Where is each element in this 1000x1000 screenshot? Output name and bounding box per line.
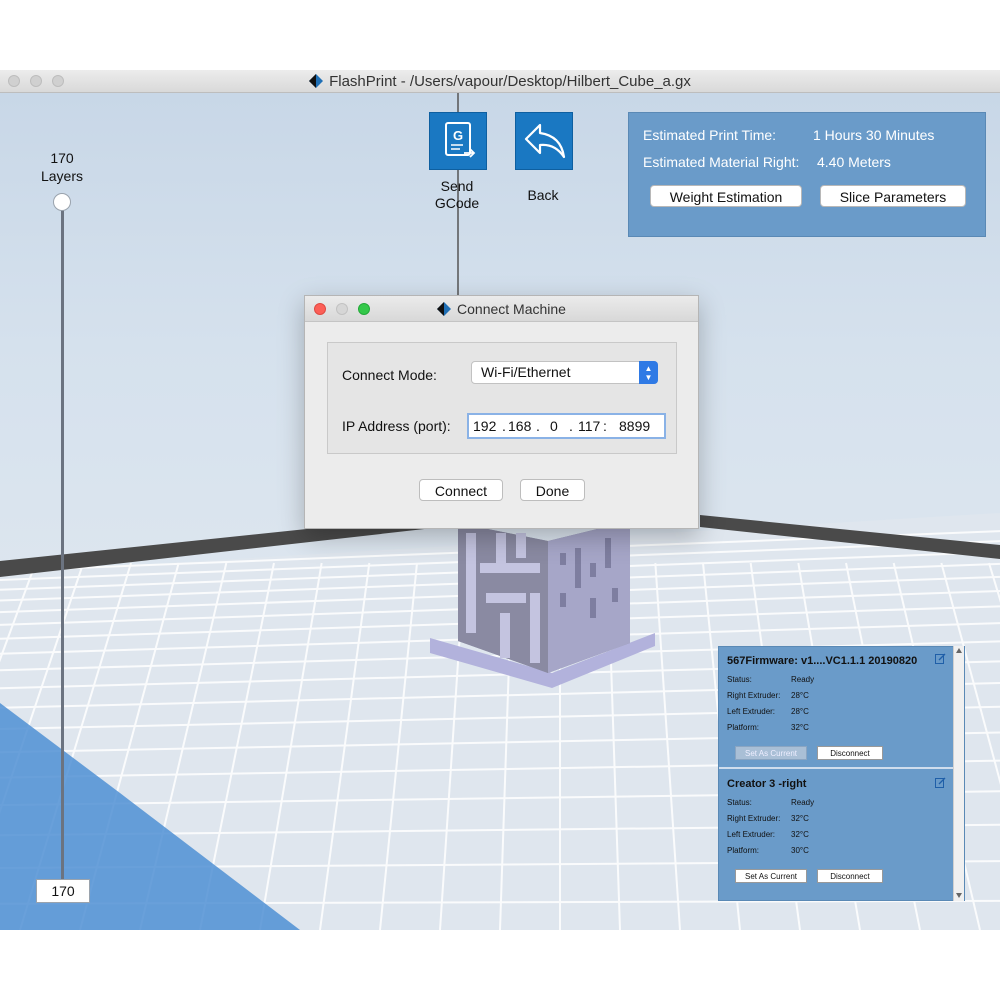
ip-octet-1[interactable]: 192: [473, 418, 496, 434]
scroll-arrows-icon: [956, 648, 962, 898]
set-as-current-button[interactable]: Set As Current: [735, 869, 807, 883]
platform-value: 30°C: [791, 846, 809, 855]
ip-colon: :: [603, 418, 607, 434]
disconnect-button[interactable]: Disconnect: [817, 869, 883, 883]
right-extruder-label: Right Extruder:: [727, 691, 781, 700]
right-extruder-value: 28°C: [791, 691, 809, 700]
machine-card[interactable]: 567Firmware: v1....VC1.1.1 20190820 Stat…: [719, 647, 954, 769]
machine-list-scrollbar[interactable]: [953, 646, 964, 901]
layer-slider-handle[interactable]: [53, 193, 71, 211]
ip-address-field[interactable]: 192 . 168 . 0 . 117 : 8899: [467, 413, 666, 439]
gcode-glyph: G: [453, 128, 463, 143]
window-titlebar: FlashPrint - /Users/vapour/Desktop/Hilbe…: [0, 70, 1000, 93]
status-label: Status:: [727, 675, 752, 684]
connect-machine-dialog: Connect Machine Connect Mode: Wi-Fi/Ethe…: [304, 295, 699, 529]
ip-port[interactable]: 8899: [619, 418, 650, 434]
layer-slider-track[interactable]: [61, 201, 64, 883]
flashprint-logo-icon: [309, 74, 324, 88]
back-button[interactable]: [515, 112, 573, 170]
ip-octet-2[interactable]: 168: [508, 418, 531, 434]
left-extruder-label: Left Extruder:: [727, 707, 776, 716]
send-gcode-label[interactable]: Send GCode: [420, 178, 494, 212]
connect-mode-select[interactable]: Wi-Fi/Ethernet ▲ ▼: [471, 361, 658, 384]
machine-name: Creator 3 -right: [727, 778, 807, 790]
platform-label: Platform:: [727, 846, 760, 855]
window-title-area: FlashPrint - /Users/vapour/Desktop/Hilbe…: [0, 73, 1000, 90]
ip-octet-3[interactable]: 0: [550, 418, 558, 434]
layer-count-label: 170 Layers: [30, 149, 94, 185]
current-layer-input[interactable]: 170: [36, 879, 90, 903]
status-label: Status:: [727, 798, 752, 807]
edit-icon[interactable]: [935, 777, 946, 788]
ip-dot: .: [536, 418, 540, 434]
dialog-title: Connect Machine: [457, 301, 566, 317]
connect-mode-value: Wi-Fi/Ethernet: [481, 364, 571, 380]
machine-card[interactable]: Creator 3 -right Status: Ready Right Ext…: [719, 769, 954, 900]
ip-dot: .: [502, 418, 506, 434]
connect-mode-label: Connect Mode:: [342, 367, 437, 383]
send-gcode-button[interactable]: G: [429, 112, 487, 170]
window-title: FlashPrint - /Users/vapour/Desktop/Hilbe…: [329, 73, 691, 90]
send-gcode-label-line1: Send: [440, 178, 474, 194]
set-as-current-button: Set As Current: [735, 746, 807, 760]
ip-octet-4[interactable]: 117: [578, 418, 600, 434]
back-arrow-icon: [524, 123, 566, 159]
send-gcode-icon: G: [445, 122, 476, 158]
done-button[interactable]: Done: [520, 479, 585, 501]
left-extruder-value: 28°C: [791, 707, 809, 716]
slice-parameters-button[interactable]: Slice Parameters: [820, 185, 966, 207]
left-extruder-label: Left Extruder:: [727, 830, 776, 839]
connect-button[interactable]: Connect: [419, 479, 503, 501]
machine-name: 567Firmware: v1....VC1.1.1 20190820: [727, 655, 918, 667]
disconnect-button[interactable]: Disconnect: [817, 746, 883, 760]
weight-estimation-button[interactable]: Weight Estimation: [650, 185, 802, 207]
machine-list-panel: 567Firmware: v1....VC1.1.1 20190820 Stat…: [718, 646, 965, 901]
back-label[interactable]: Back: [506, 187, 580, 204]
material-value: 4.40 Meters: [817, 154, 891, 170]
chevron-updown-icon: ▲ ▼: [639, 361, 658, 384]
status-value: Ready: [791, 675, 815, 684]
ip-dot: .: [569, 418, 573, 434]
ip-address-label: IP Address (port):: [342, 418, 451, 434]
print-time-value: 1 Hours 30 Minutes: [813, 127, 935, 143]
dialog-titlebar: Connect Machine: [305, 296, 698, 322]
left-extruder-value: 32°C: [791, 830, 809, 839]
layer-count-value: 170: [50, 150, 74, 166]
platform-label: Platform:: [727, 723, 760, 732]
edit-icon[interactable]: [935, 653, 946, 664]
dialog-title-area: Connect Machine: [305, 301, 698, 317]
print-estimate-panel: Estimated Print Time: 1 Hours 30 Minutes…: [628, 112, 986, 237]
send-gcode-label-line2: GCode: [434, 195, 480, 211]
right-extruder-label: Right Extruder:: [727, 814, 781, 823]
flashprint-logo-icon: [437, 302, 452, 316]
platform-value: 32°C: [791, 723, 809, 732]
flashprint-window: FlashPrint - /Users/vapour/Desktop/Hilbe…: [0, 70, 1000, 930]
layers-text: Layers: [40, 168, 84, 184]
connection-settings-group: Connect Mode: Wi-Fi/Ethernet ▲ ▼ IP Addre…: [327, 342, 677, 454]
print-time-label: Estimated Print Time:: [643, 127, 777, 143]
status-value: Ready: [791, 798, 815, 807]
right-extruder-value: 32°C: [791, 814, 809, 823]
material-label: Estimated Material Right:: [643, 154, 800, 170]
